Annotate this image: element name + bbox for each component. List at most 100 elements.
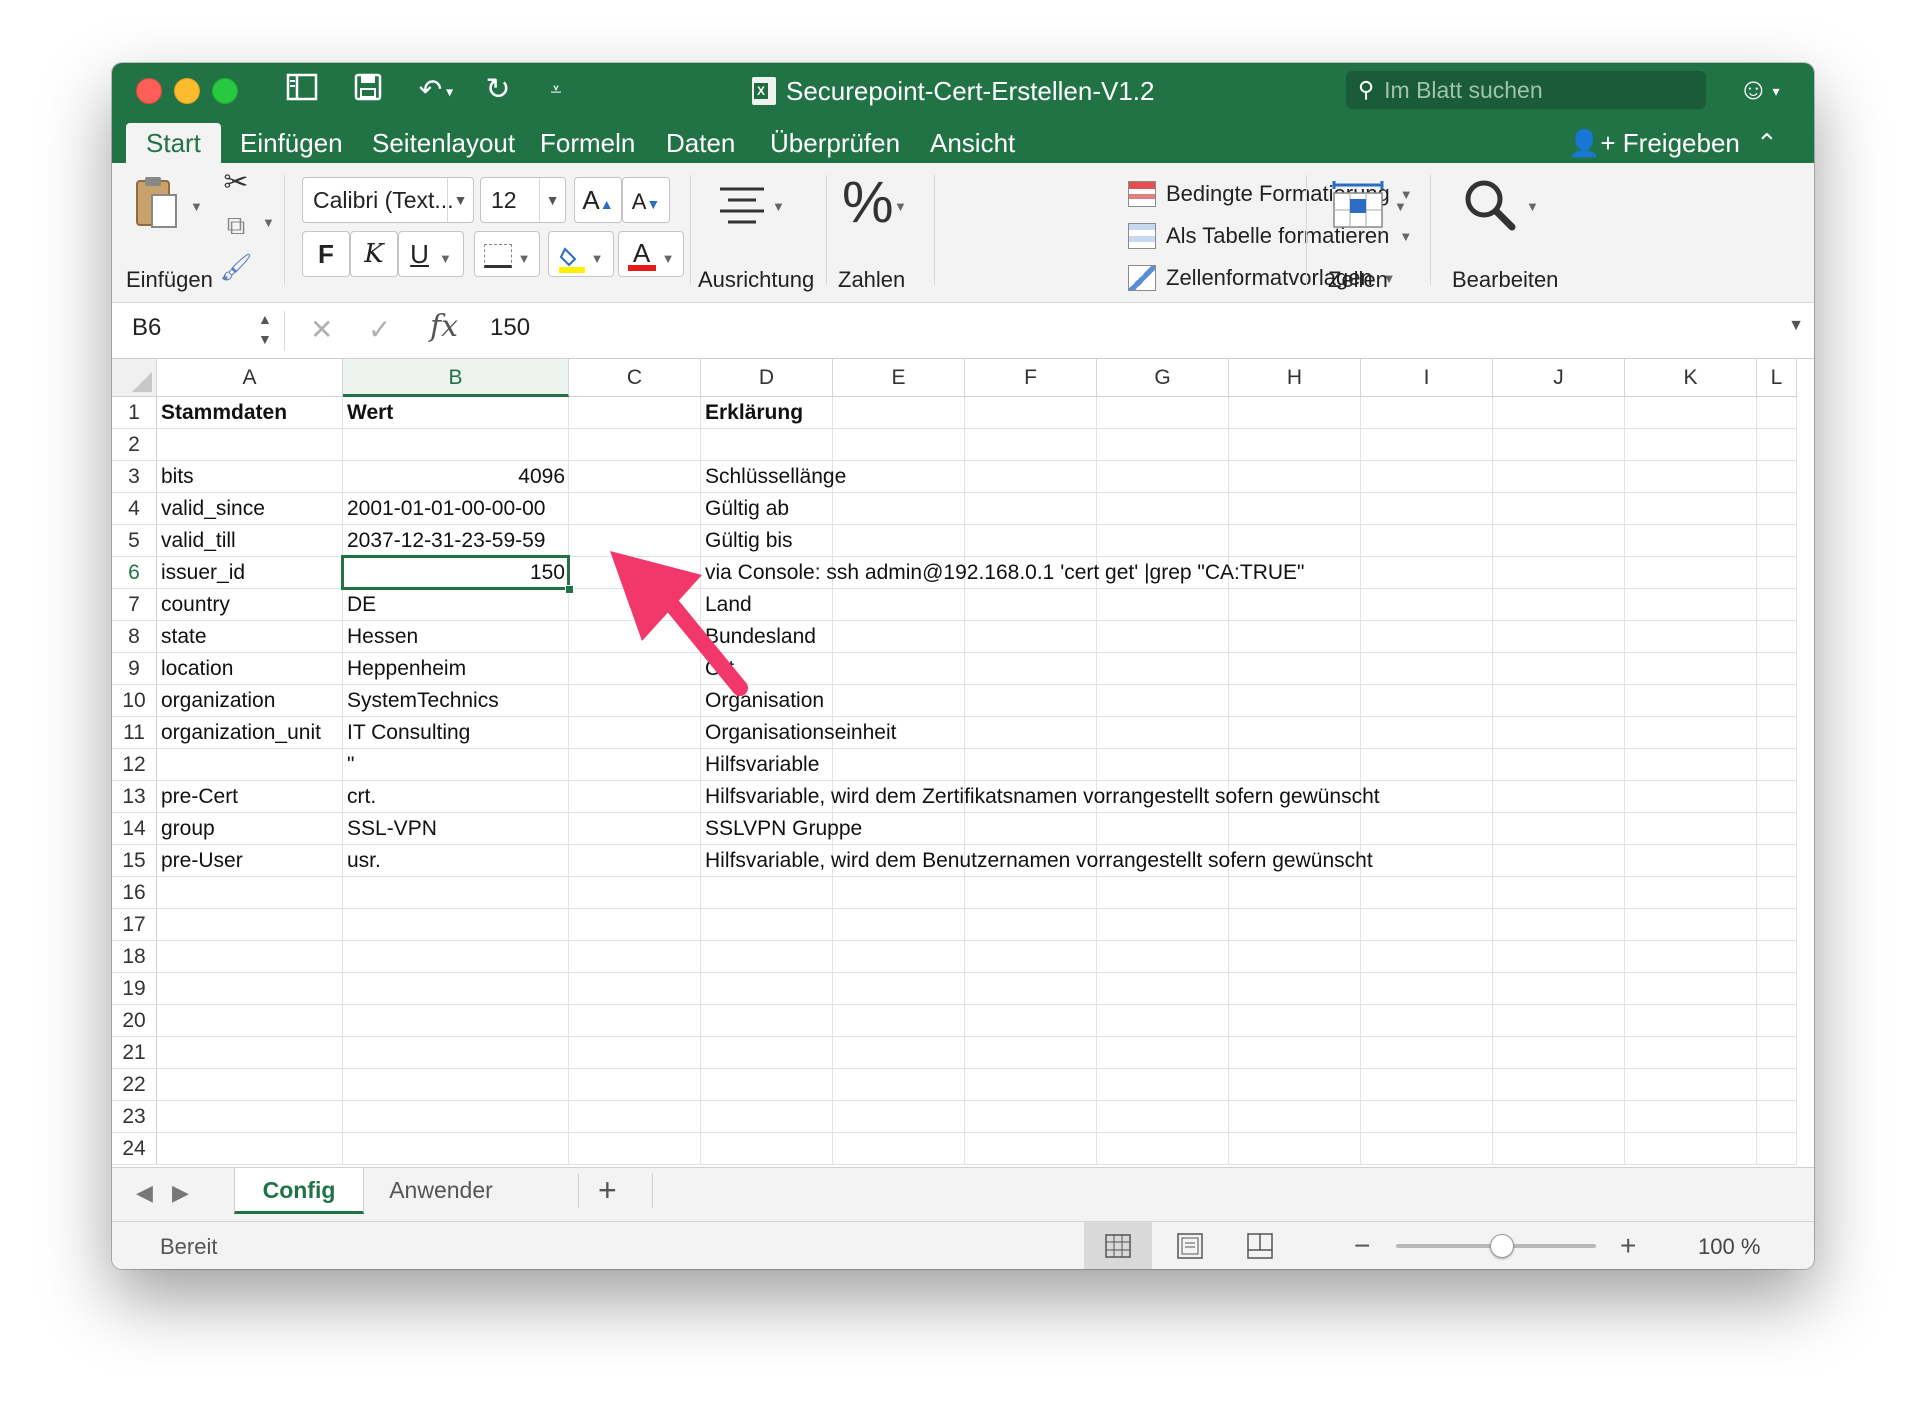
row-header[interactable]: 15 <box>112 845 157 877</box>
cell-wert[interactable]: Heppenheim <box>343 653 470 685</box>
column-header[interactable]: D <box>701 359 833 397</box>
maximize-window-button[interactable] <box>212 78 238 104</box>
name-box-stepper-icon[interactable]: ▲ ▼ <box>258 309 272 349</box>
cell-erklaerung[interactable]: Hilfsvariable, wird dem Zertifikatsnamen… <box>701 781 1384 813</box>
column-header[interactable]: I <box>1361 359 1493 397</box>
column-header[interactable]: J <box>1493 359 1625 397</box>
cell-wert[interactable]: SSL-VPN <box>343 813 441 845</box>
grow-font-button[interactable]: A▲ <box>574 177 622 223</box>
cell-wert[interactable]: " <box>343 749 358 781</box>
column-header[interactable]: A <box>157 359 343 397</box>
tab-einfuegen[interactable]: Einfügen <box>220 123 363 163</box>
copy-icon[interactable]: ⧉ <box>218 207 254 243</box>
tab-daten[interactable]: Daten <box>646 123 755 163</box>
italic-button[interactable]: K <box>350 231 398 277</box>
next-sheet-icon[interactable]: ▶ <box>172 1180 189 1206</box>
cells-label[interactable]: Zellen <box>1328 267 1388 293</box>
tab-seitenlayout[interactable]: Seitenlayout <box>352 123 535 163</box>
alignment-label[interactable]: Ausrichtung <box>698 267 814 293</box>
editing-label[interactable]: Bearbeiten <box>1452 267 1558 293</box>
fill-handle[interactable] <box>565 585 574 594</box>
cell-erklaerung[interactable]: SSLVPN Gruppe <box>701 813 866 845</box>
zoom-in-button[interactable]: + <box>1620 1230 1636 1262</box>
row-header[interactable]: 13 <box>112 781 157 813</box>
cells-dropdown-icon[interactable]: ▼ <box>1394 199 1407 214</box>
font-color-button[interactable]: A ▼ <box>618 231 684 277</box>
undo-icon[interactable]: ↶ ▾ <box>408 72 464 108</box>
cell-stammdaten[interactable]: country <box>157 589 234 621</box>
font-size-select[interactable]: 12 ▼ <box>480 177 566 223</box>
cell-wert[interactable]: IT Consulting <box>343 717 474 749</box>
insert-function-icon[interactable]: fx <box>430 309 458 344</box>
cell-erklaerung[interactable]: Organisation <box>701 685 828 717</box>
row-header[interactable]: 5 <box>112 525 157 557</box>
tab-ueberpruefen[interactable]: Überprüfen <box>750 123 920 163</box>
collapse-ribbon-icon[interactable]: ⌃ <box>1756 123 1778 163</box>
tab-ansicht[interactable]: Ansicht <box>910 123 1035 163</box>
format-painter-icon[interactable]: 🖌 <box>218 249 254 285</box>
cell-erklaerung[interactable]: Gültig ab <box>701 493 793 525</box>
sidebar-toggle-icon[interactable] <box>282 72 322 108</box>
tab-start[interactable]: Start <box>126 123 221 163</box>
cell-erklaerung[interactable]: Schlüssellänge <box>701 461 850 493</box>
cell-stammdaten[interactable]: bits <box>157 461 198 493</box>
cell-stammdaten[interactable]: location <box>157 653 237 685</box>
customize-toolbar-icon[interactable]: ⩡ <box>536 72 576 108</box>
percent-icon[interactable]: % <box>842 173 894 233</box>
number-label[interactable]: Zahlen <box>838 267 905 293</box>
cell-erklaerung[interactable]: Erklärung <box>701 397 807 429</box>
borders-button[interactable]: ▼ <box>474 231 540 277</box>
shrink-font-button[interactable]: A▼ <box>622 177 670 223</box>
cell-wert[interactable]: 2037-12-31-23-59-59 <box>343 525 549 557</box>
cell-stammdaten[interactable]: valid_till <box>157 525 240 557</box>
close-window-button[interactable] <box>136 78 162 104</box>
row-header[interactable]: 23 <box>112 1101 157 1133</box>
cell-wert[interactable]: SystemTechnics <box>343 685 503 717</box>
row-header[interactable]: 11 <box>112 717 157 749</box>
row-header[interactable]: 21 <box>112 1037 157 1069</box>
cell-stammdaten[interactable]: organization <box>157 685 279 717</box>
search-magnifier-icon[interactable] <box>1462 177 1518 233</box>
column-header[interactable]: H <box>1229 359 1361 397</box>
row-header[interactable]: 2 <box>112 429 157 461</box>
formula-input[interactable]: 150 <box>490 314 530 342</box>
cells-icon[interactable] <box>1330 179 1386 231</box>
search-input[interactable] <box>1384 76 1675 104</box>
bold-button[interactable]: F <box>302 231 350 277</box>
cell-stammdaten[interactable]: pre-User <box>157 845 247 877</box>
row-header[interactable]: 22 <box>112 1069 157 1101</box>
select-all-corner[interactable] <box>112 359 157 397</box>
underline-button[interactable]: U ▼ <box>398 231 464 277</box>
zoom-out-button[interactable]: − <box>1354 1230 1370 1262</box>
cell-stammdaten[interactable]: valid_since <box>157 493 269 525</box>
cell-erklaerung[interactable]: Land <box>701 589 756 621</box>
column-header[interactable]: F <box>965 359 1097 397</box>
feedback-smiley-icon[interactable]: ☺ ▾ <box>1738 72 1780 109</box>
cell-erklaerung[interactable]: Ort <box>701 653 738 685</box>
zoom-level[interactable]: 100 % <box>1698 1234 1760 1260</box>
column-header[interactable]: E <box>833 359 965 397</box>
copy-dropdown-icon[interactable]: ▼ <box>262 215 275 230</box>
cell-stammdaten[interactable]: issuer_id <box>157 557 249 589</box>
fill-color-button[interactable]: ▼ <box>548 231 614 277</box>
row-header[interactable]: 8 <box>112 621 157 653</box>
selected-cell-outline[interactable] <box>341 555 570 590</box>
sheet-tab-anwender[interactable]: Anwender <box>368 1168 514 1214</box>
share-button[interactable]: 👤+ Freigeben <box>1568 123 1740 163</box>
confirm-entry-icon[interactable]: ✓ <box>368 313 391 346</box>
alignment-dropdown-icon[interactable]: ▼ <box>772 199 785 214</box>
cell-wert[interactable]: Hessen <box>343 621 422 653</box>
paste-label[interactable]: Einfügen <box>126 267 213 293</box>
minimize-window-button[interactable] <box>174 78 200 104</box>
cell-stammdaten[interactable]: organization_unit <box>157 717 325 749</box>
expand-formula-bar-icon[interactable]: ▼ <box>1788 317 1804 335</box>
row-header[interactable]: 17 <box>112 909 157 941</box>
row-header[interactable]: 19 <box>112 973 157 1005</box>
editing-dropdown-icon[interactable]: ▼ <box>1526 199 1539 214</box>
spreadsheet-grid[interactable]: A B C D E F G H I J K L 1 Stammdaten Wert Erklärung 2 3 bi… <box>112 359 1814 1167</box>
font-name-select[interactable]: Calibri (Text... ▼ <box>302 177 474 223</box>
paste-dropdown-icon[interactable]: ▼ <box>190 199 203 214</box>
column-header[interactable]: K <box>1625 359 1757 397</box>
page-break-view-button[interactable] <box>1226 1222 1294 1269</box>
sheet-tab-config[interactable]: Config <box>234 1168 364 1214</box>
